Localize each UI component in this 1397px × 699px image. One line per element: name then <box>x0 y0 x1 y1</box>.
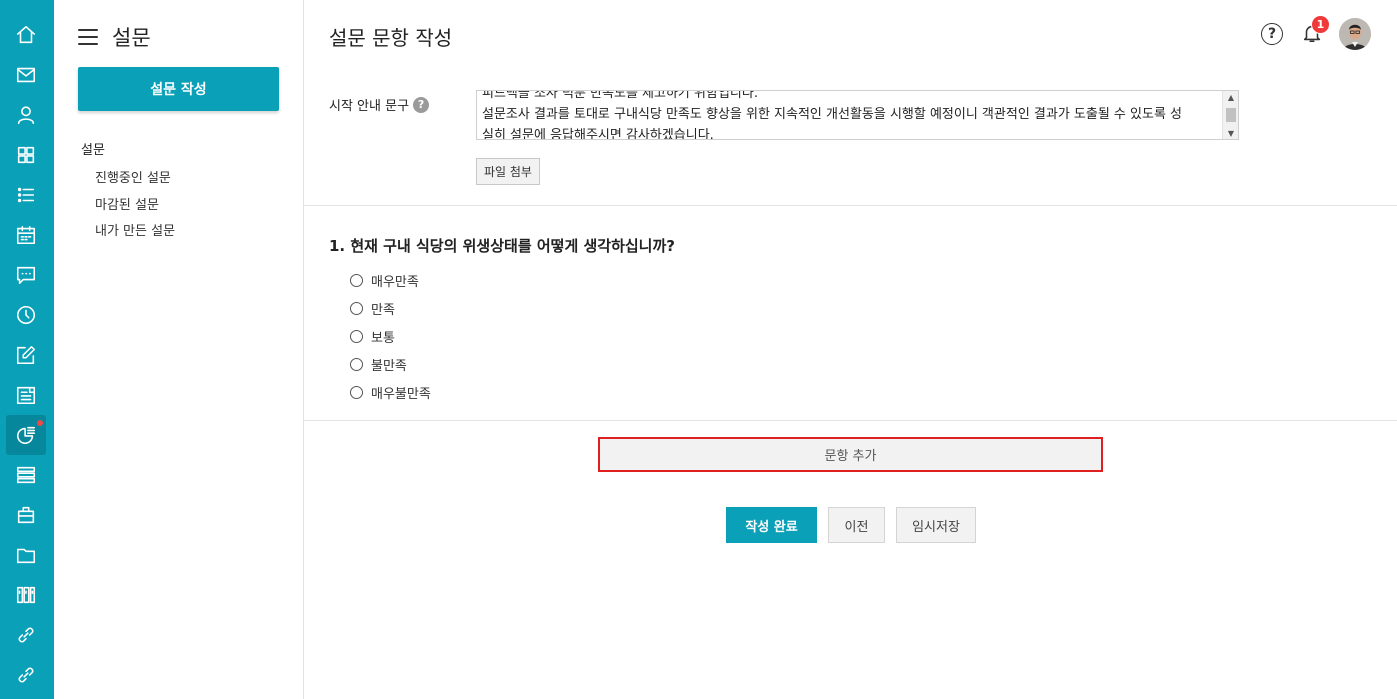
list-icon[interactable] <box>6 175 46 215</box>
question-help-icon[interactable]: ? <box>413 96 430 113</box>
sidebar-group-survey[interactable]: 설문 <box>81 139 105 158</box>
add-question-button[interactable]: 문항 추가 <box>598 437 1103 472</box>
scroll-up-icon[interactable]: ▲ <box>1223 91 1238 103</box>
option-neutral[interactable]: 보통 <box>350 327 395 346</box>
option-label: 불만족 <box>371 359 407 374</box>
notification-badge: 1 <box>1311 15 1330 34</box>
chat-icon[interactable] <box>6 255 46 295</box>
survey-sidebar: 설문 설문 작성 설문 진행중인 설문 마감된 설문 내가 만든 설문 <box>54 0 304 699</box>
option-label: 보통 <box>371 331 395 346</box>
intro-label-text: 시작 안내 문구 <box>329 99 410 114</box>
new-indicator <box>37 420 43 426</box>
help-icon[interactable]: ? <box>1261 23 1283 45</box>
calendar-icon[interactable] <box>6 215 46 255</box>
previous-button[interactable]: 이전 <box>828 507 885 543</box>
create-survey-button[interactable]: 설문 작성 <box>78 67 279 111</box>
user-icon[interactable] <box>6 95 46 135</box>
board-icon[interactable] <box>6 375 46 415</box>
main-content: 설문 문항 작성 ? 1 시작 안내 문구 ? 피드백을 조사 덕분 만족도를 … <box>304 0 1397 699</box>
radio-button[interactable] <box>350 386 363 399</box>
complete-button[interactable]: 작성 완료 <box>726 507 817 543</box>
header-actions: ? 1 <box>1261 15 1371 50</box>
radio-button[interactable] <box>350 358 363 371</box>
sidebar-title: 설문 <box>112 26 151 50</box>
sidebar-header: 설문 <box>78 22 151 52</box>
scroll-thumb[interactable] <box>1226 108 1236 122</box>
library-icon[interactable] <box>6 575 46 615</box>
avatar-portrait-icon <box>1339 18 1371 50</box>
section-divider <box>304 205 1397 206</box>
sidebar-item-closed[interactable]: 마감된 설문 <box>95 194 159 213</box>
hamburger-menu-icon[interactable] <box>78 29 98 45</box>
option-dissatisfied[interactable]: 불만족 <box>350 355 407 374</box>
folder-icon[interactable] <box>6 535 46 575</box>
radio-button[interactable] <box>350 302 363 315</box>
link-icon[interactable] <box>6 655 46 695</box>
icon-rail <box>0 0 54 699</box>
scroll-down-icon[interactable]: ▼ <box>1223 127 1238 139</box>
link-icon[interactable] <box>6 615 46 655</box>
radio-button[interactable] <box>350 274 363 287</box>
section-divider <box>304 420 1397 421</box>
briefcase-icon[interactable] <box>6 495 46 535</box>
avatar[interactable] <box>1339 18 1371 50</box>
notification-bell[interactable]: 1 <box>1301 15 1330 46</box>
intro-textarea[interactable]: 피드백을 조사 덕분 만족도를 제고하기 위함입니다. 설문조사 결과를 토대로… <box>476 90 1239 140</box>
option-satisfied[interactable]: 만족 <box>350 299 395 318</box>
clock-icon[interactable] <box>6 295 46 335</box>
option-label: 만족 <box>371 303 395 318</box>
intro-label: 시작 안내 문구 ? <box>329 95 430 114</box>
page-title: 설문 문항 작성 <box>329 26 453 50</box>
intro-text: 피드백을 조사 덕분 만족도를 제고하기 위함입니다. 설문조사 결과를 토대로… <box>482 90 1220 140</box>
option-very-dissatisfied[interactable]: 매우불만족 <box>350 383 431 402</box>
question-title: 1. 현재 구내 식당의 위생상태를 어떻게 생각하십니까? <box>329 237 675 255</box>
grid-icon[interactable] <box>6 135 46 175</box>
option-very-satisfied[interactable]: 매우만족 <box>350 271 419 290</box>
edit-icon[interactable] <box>6 335 46 375</box>
intro-line: 설문조사 결과를 토대로 구내식당 만족도 향상을 위한 지속적인 개선활동을 … <box>482 107 1182 122</box>
attach-file-button[interactable]: 파일 첨부 <box>476 158 540 185</box>
intro-line: 피드백을 조사 덕분 만족도를 제고하기 위함입니다. <box>482 90 758 101</box>
intro-line: 실히 설문에 응답해주시면 감사하겠습니다. <box>482 128 714 140</box>
survey-icon[interactable] <box>6 415 46 455</box>
sidebar-item-ongoing[interactable]: 진행중인 설문 <box>95 167 171 186</box>
mail-icon[interactable] <box>6 55 46 95</box>
radio-button[interactable] <box>350 330 363 343</box>
home-icon[interactable] <box>6 15 46 55</box>
stack-icon[interactable] <box>6 455 46 495</box>
sidebar-item-mine[interactable]: 내가 만든 설문 <box>95 220 175 239</box>
intro-scrollbar[interactable]: ▲ ▼ <box>1222 91 1238 139</box>
option-label: 매우불만족 <box>371 387 431 402</box>
temp-save-button[interactable]: 임시저장 <box>896 507 976 543</box>
option-label: 매우만족 <box>371 275 419 290</box>
